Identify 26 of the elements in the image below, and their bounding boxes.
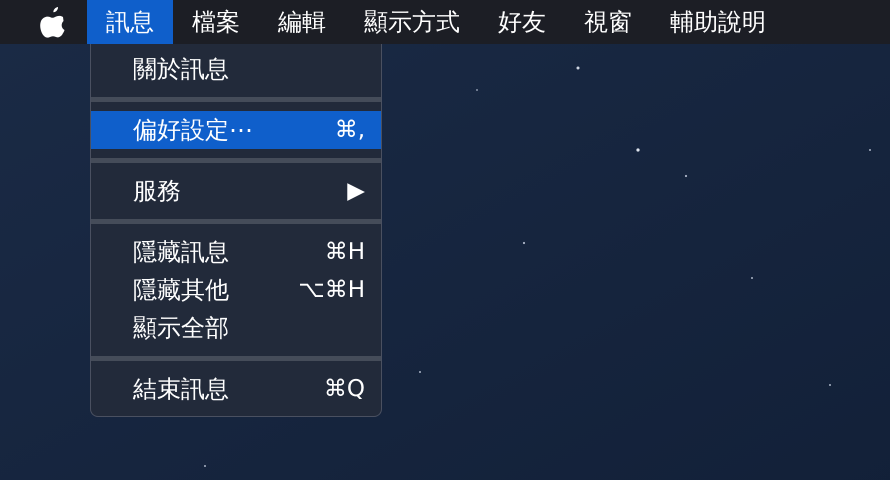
menu-bar-item[interactable]: 輔助說明: [651, 0, 785, 44]
menu-item[interactable]: 結束訊息 ⌘Q: [91, 370, 381, 408]
menu-bar-item[interactable]: 視窗: [565, 0, 651, 44]
menu-bar-item[interactable]: 顯示方式: [345, 0, 479, 44]
menu-item[interactable]: 關於訊息: [91, 50, 381, 88]
submenu-arrow: ▶: [347, 177, 365, 206]
menu-bar-item[interactable]: 檔案: [173, 0, 259, 44]
menu-item-label: 關於訊息: [133, 54, 229, 84]
menu-item-label: 隱藏訊息: [133, 237, 229, 267]
menu-item[interactable]: 顯示全部: [91, 309, 381, 347]
menu-bar-item[interactable]: 訊息: [87, 0, 173, 44]
shortcut-label: ⌘H: [324, 238, 365, 267]
menu-bar-item[interactable]: 好友: [479, 0, 565, 44]
menu-item-label: 偏好設定⋯: [133, 115, 253, 145]
menu-item[interactable]: 服務 ▶: [91, 172, 381, 210]
shortcut-label: ⌥⌘H: [298, 276, 365, 305]
menu-item[interactable]: 偏好設定⋯ ⌘,: [91, 111, 381, 149]
menu-item-label: 隱藏其他: [133, 275, 229, 305]
shortcut-label: ⌘,: [334, 116, 365, 145]
menu-item[interactable]: 隱藏其他 ⌥⌘H: [91, 271, 381, 309]
menu-bar-item[interactable]: 編輯: [259, 0, 345, 44]
menu-item-label: 結束訊息: [133, 374, 229, 404]
menu-item-label: 服務: [133, 176, 181, 206]
menu-item-label: 顯示全部: [133, 313, 229, 343]
shortcut-label: ⌘Q: [324, 375, 365, 404]
menu-item[interactable]: 隱藏訊息 ⌘H: [91, 233, 381, 271]
